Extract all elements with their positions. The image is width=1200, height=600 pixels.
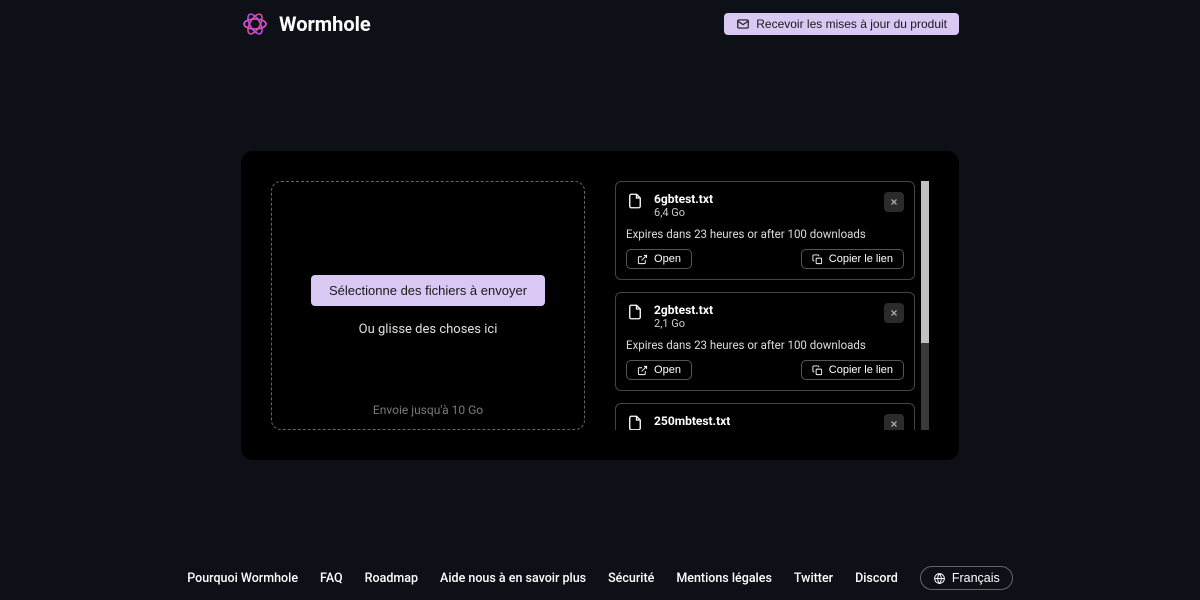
remove-file-button[interactable] <box>884 192 904 212</box>
dropzone[interactable]: Sélectionne des fichiers à envoyer Ou gl… <box>271 181 585 430</box>
language-button[interactable]: Français <box>920 566 1013 590</box>
footer-link-why[interactable]: Pourquoi Wormhole <box>187 571 298 586</box>
file-expiry: Expires dans 23 heures or after 100 down… <box>626 338 904 352</box>
copy-icon <box>812 254 823 265</box>
product-updates-button[interactable]: Recevoir les mises à jour du produit <box>724 13 959 35</box>
copy-link-button[interactable]: Copier le lien <box>801 360 904 380</box>
copy-link-button[interactable]: Copier le lien <box>801 249 904 269</box>
brand[interactable]: Wormhole <box>241 10 371 38</box>
wormhole-logo-icon <box>241 10 269 38</box>
file-size: 2,1 Go <box>654 317 874 330</box>
size-limit-hint: Envoie jusqu'à 10 Go <box>373 403 483 417</box>
external-link-icon <box>637 254 648 265</box>
drag-hint: Ou glisse des choses ici <box>359 322 498 337</box>
footer-link-faq[interactable]: FAQ <box>320 571 343 586</box>
file-icon <box>626 192 644 210</box>
remove-file-button[interactable] <box>884 414 904 430</box>
footer-link-help[interactable]: Aide nous à en savoir plus <box>440 571 586 586</box>
open-button[interactable]: Open <box>626 249 692 269</box>
files-column: 6gbtest.txt 6,4 Go Expires dans 23 heure… <box>615 181 929 430</box>
mail-icon <box>736 17 750 31</box>
open-button[interactable]: Open <box>626 360 692 380</box>
footer: Pourquoi Wormhole FAQ Roadmap Aide nous … <box>0 566 1200 590</box>
globe-icon <box>933 572 946 585</box>
scrollbar-thumb[interactable] <box>921 181 929 343</box>
scrollbar[interactable] <box>921 181 929 430</box>
select-files-label: Sélectionne des fichiers à envoyer <box>329 283 527 298</box>
remove-file-button[interactable] <box>884 303 904 323</box>
open-label: Open <box>654 253 681 265</box>
copy-link-label: Copier le lien <box>829 253 893 265</box>
file-name: 250mbtest.txt <box>654 414 874 428</box>
copy-link-label: Copier le lien <box>829 364 893 376</box>
open-label: Open <box>654 364 681 376</box>
footer-link-discord[interactable]: Discord <box>855 571 898 586</box>
file-card: 250mbtest.txt 250 Mo Expires dans 24 heu… <box>615 403 915 430</box>
close-icon <box>889 197 899 207</box>
file-card: 2gbtest.txt 2,1 Go Expires dans 23 heure… <box>615 292 915 391</box>
file-icon <box>626 303 644 321</box>
close-icon <box>889 419 899 429</box>
footer-link-legal[interactable]: Mentions légales <box>676 571 772 586</box>
file-name: 6gbtest.txt <box>654 192 874 206</box>
footer-link-security[interactable]: Sécurité <box>608 571 654 586</box>
copy-icon <box>812 365 823 376</box>
product-updates-label: Recevoir les mises à jour du produit <box>756 17 947 31</box>
external-link-icon <box>637 365 648 376</box>
file-expiry: Expires dans 23 heures or after 100 down… <box>626 227 904 241</box>
brand-name: Wormhole <box>279 12 371 36</box>
footer-link-roadmap[interactable]: Roadmap <box>365 571 418 586</box>
file-card: 6gbtest.txt 6,4 Go Expires dans 23 heure… <box>615 181 915 280</box>
main-panel: Sélectionne des fichiers à envoyer Ou gl… <box>241 151 959 460</box>
file-icon <box>626 414 644 430</box>
select-files-button[interactable]: Sélectionne des fichiers à envoyer <box>311 275 545 306</box>
header: Wormhole Recevoir les mises à jour du pr… <box>241 10 959 38</box>
file-name: 2gbtest.txt <box>654 303 874 317</box>
file-size: 6,4 Go <box>654 206 874 219</box>
files-list[interactable]: 6gbtest.txt 6,4 Go Expires dans 23 heure… <box>615 181 915 430</box>
footer-link-twitter[interactable]: Twitter <box>794 571 833 586</box>
file-size: 250 Mo <box>654 428 874 430</box>
close-icon <box>889 308 899 318</box>
language-label: Français <box>952 571 1000 585</box>
